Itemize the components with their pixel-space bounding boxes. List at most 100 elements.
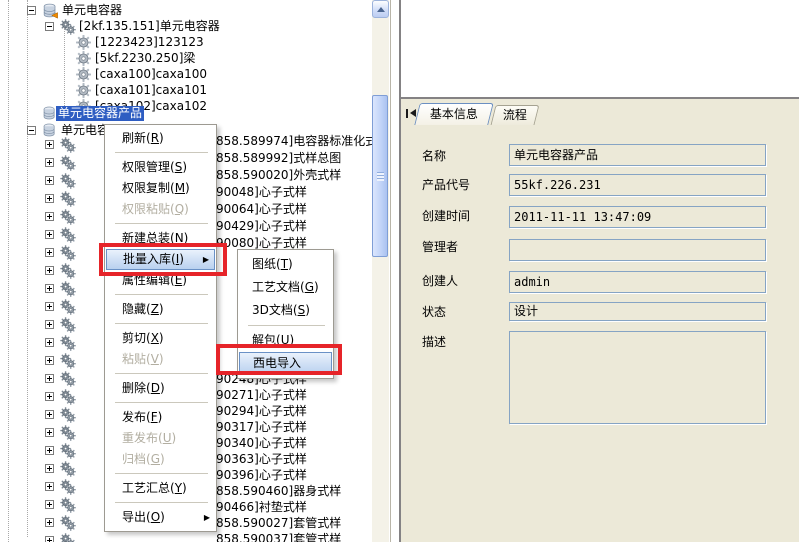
tree-item-text[interactable]: 858.590020]外壳式样 [216, 168, 341, 183]
context-menu-item[interactable]: 剪切(X) [106, 328, 215, 349]
tree-expander-plus-icon[interactable] [45, 356, 54, 365]
context-menu-item[interactable]: 刷新(R) [106, 128, 215, 149]
tree-item[interactable]: [caxa100]caxa100 [95, 67, 207, 82]
tab-process[interactable]: 流程 [491, 105, 540, 125]
tree-item-text[interactable]: 858.590460]器身式样 [216, 484, 341, 499]
tree-item-text[interactable]: 90396]心子式样 [216, 468, 307, 483]
tree-expander-plus-icon[interactable] [45, 284, 54, 293]
tree-item-text[interactable]: 90466]衬垫式样 [216, 500, 307, 515]
gears-icon [60, 245, 76, 261]
gears-icon [60, 317, 76, 333]
context-menu-separator [106, 370, 215, 378]
submenu-item[interactable]: 工艺文档(G) [239, 276, 332, 299]
context-menu-item[interactable]: 隐藏(Z) [106, 299, 215, 320]
tree-expander-plus-icon[interactable] [45, 428, 54, 437]
gears-icon [60, 479, 76, 495]
submenu-item[interactable]: 3D文档(S) [239, 299, 332, 322]
tab-basic-info[interactable]: 基本信息 [414, 103, 493, 125]
context-menu-item[interactable]: 新建总装(N) [106, 228, 215, 249]
context-menu-item[interactable]: 发布(F) [106, 407, 215, 428]
tree-item[interactable]: 单元电容器 [62, 3, 122, 18]
tree-expander-plus-icon[interactable] [45, 194, 54, 203]
up-arrow-icon [377, 7, 385, 12]
tree-expander-plus-icon[interactable] [45, 410, 54, 419]
tree-expander-plus-icon[interactable] [45, 338, 54, 347]
tree-expander-plus-icon[interactable] [45, 500, 54, 509]
tree-item-text[interactable]: 858.589992]式样总图 [216, 151, 341, 166]
gears-icon [60, 533, 76, 542]
tree-item-text[interactable]: 90294]心子式样 [216, 404, 307, 419]
tree-item[interactable]: [5kf.2230.250]梁 [95, 51, 195, 66]
tree-item[interactable]: [1223423]123123 [95, 35, 204, 50]
scrollbar-up-button[interactable] [372, 0, 389, 18]
tree-expander-plus-icon[interactable] [45, 392, 54, 401]
creator-label: 创建人 [422, 274, 458, 288]
tree-item-text[interactable]: 858.590037]套管式样 [216, 532, 341, 542]
tree-item-text[interactable]: 858.589974]电容器标准化式样 [216, 134, 372, 149]
status-field[interactable]: 设计 [509, 302, 766, 321]
name-field[interactable]: 单元电容器产品 [509, 144, 766, 166]
tree-item-text[interactable]: 90064]心子式样 [216, 202, 307, 217]
context-menu-item-batch-import[interactable]: 批量入库(I)▶ [106, 249, 215, 270]
tree-expander-plus-icon[interactable] [45, 536, 54, 542]
creator-field[interactable]: admin [509, 271, 766, 293]
gears-icon [60, 407, 76, 423]
create-time-field[interactable]: 2011-11-11 13:47:09 [509, 206, 766, 228]
tree-item[interactable]: [caxa101]caxa101 [95, 83, 207, 98]
panel-splitter[interactable] [389, 0, 399, 542]
tree-expander-minus-icon[interactable] [27, 126, 36, 135]
context-menu-item[interactable]: 删除(D) [106, 378, 215, 399]
create-time-label: 创建时间 [422, 209, 470, 223]
product-code-label: 产品代号 [422, 178, 470, 192]
tree-expander-plus-icon[interactable] [45, 446, 54, 455]
tree-expander-plus-icon[interactable] [45, 212, 54, 221]
context-menu-item[interactable]: 工艺汇总(Y) [106, 478, 215, 499]
product-code-field[interactable]: 55kf.226.231 [509, 174, 766, 196]
tree-item[interactable]: [2kf.135.151]单元电容器 [79, 19, 220, 34]
tree-expander-plus-icon[interactable] [45, 266, 54, 275]
status-label: 状态 [422, 305, 446, 319]
tree-expander-minus-icon[interactable] [45, 22, 54, 31]
tree-item-text[interactable]: 90340]心子式样 [216, 436, 307, 451]
submenu-item[interactable]: 图纸(T) [239, 253, 332, 276]
tree-expander-plus-icon[interactable] [45, 158, 54, 167]
tree-item-text[interactable]: 90048]心子式样 [216, 185, 307, 200]
tree-expander-plus-icon[interactable] [45, 140, 54, 149]
context-menu-item[interactable]: 权限管理(S) [106, 157, 215, 178]
submenu-item[interactable]: 解包(U) [239, 329, 332, 352]
tree-item-text[interactable]: 90317]心子式样 [216, 420, 307, 435]
database-icon [42, 123, 58, 139]
gear-icon [76, 51, 92, 67]
context-menu-item[interactable]: 属性编辑(E) [106, 270, 215, 291]
tree-guide-line [64, 28, 65, 106]
submenu-separator [239, 322, 332, 329]
tree-scrollbar[interactable] [372, 0, 389, 542]
tree-item-text[interactable]: 90429]心子式样 [216, 219, 307, 234]
tree-expander-plus-icon[interactable] [45, 518, 54, 527]
tree-expander-plus-icon[interactable] [45, 464, 54, 473]
tree-expander-plus-icon[interactable] [45, 248, 54, 257]
submenu-item-xidian-import[interactable]: 西电导入 [239, 352, 332, 375]
tree-item-text[interactable]: 858.590027]套管式样 [216, 516, 341, 531]
context-menu-item[interactable]: 权限复制(M) [106, 178, 215, 199]
gears-icon [60, 425, 76, 441]
tree-item-text[interactable]: 90271]心子式样 [216, 388, 307, 403]
database-link-icon [42, 3, 58, 19]
description-field[interactable] [509, 331, 766, 424]
tree-expander-plus-icon[interactable] [45, 482, 54, 491]
tree-item-selected[interactable]: 单元电容器产品 [56, 106, 144, 121]
tree-expander-plus-icon[interactable] [45, 374, 54, 383]
tree-expander-plus-icon[interactable] [45, 302, 54, 311]
context-menu-item[interactable]: 导出(O)▶ [106, 507, 215, 528]
tree-item-text[interactable]: 90363]心子式样 [216, 452, 307, 467]
gears-icon [60, 19, 76, 35]
tree-expander-plus-icon[interactable] [45, 320, 54, 329]
right-pane: 基本信息 流程 名称 单元电容器产品 产品代号 55kf.226.231 创建时… [399, 0, 799, 542]
tree-expander-plus-icon[interactable] [45, 230, 54, 239]
scrollbar-thumb[interactable] [372, 95, 388, 257]
tree-expander-minus-icon[interactable] [27, 6, 36, 15]
tree-expander-plus-icon[interactable] [45, 176, 54, 185]
gears-icon [60, 497, 76, 513]
submenu-arrow-icon: ▶ [204, 507, 210, 528]
manager-field[interactable] [509, 239, 766, 261]
